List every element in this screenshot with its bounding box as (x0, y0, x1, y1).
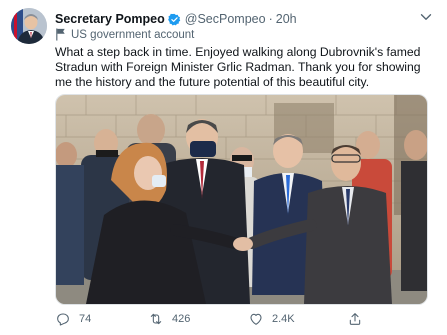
tweet-photo[interactable] (55, 94, 428, 305)
like-button[interactable]: 2.4K (248, 308, 295, 330)
author-handle[interactable]: @SecPompeo (185, 12, 266, 26)
tweet-actions: 74 426 2.4K (55, 308, 425, 330)
tweet-card[interactable]: Secretary Pompeo @SecPompeo · 20h US gov… (0, 0, 447, 335)
author-name[interactable]: Secretary Pompeo (55, 12, 165, 26)
government-label[interactable]: US government account (55, 28, 194, 41)
tweet-header: Secretary Pompeo @SecPompeo · 20h (55, 10, 297, 28)
reply-count: 74 (79, 313, 92, 325)
heart-icon (250, 313, 262, 325)
government-label-text: US government account (71, 28, 195, 41)
tweet-text: What a step back in time. Enjoyed walkin… (55, 45, 421, 89)
avatar[interactable] (11, 8, 47, 44)
like-count: 2.4K (272, 313, 295, 325)
retweet-count: 426 (172, 313, 191, 325)
timestamp[interactable]: 20h (276, 12, 297, 26)
share-icon (349, 313, 361, 325)
retweet-icon (150, 313, 162, 325)
reply-icon (57, 313, 69, 326)
reply-button[interactable]: 74 (55, 308, 91, 330)
chevron-down-icon[interactable] (417, 8, 435, 26)
retweet-button[interactable]: 426 (148, 308, 190, 330)
share-button[interactable] (347, 308, 363, 330)
separator-dot: · (268, 12, 273, 26)
flag-icon (56, 28, 65, 41)
verified-badge-icon (167, 13, 181, 26)
